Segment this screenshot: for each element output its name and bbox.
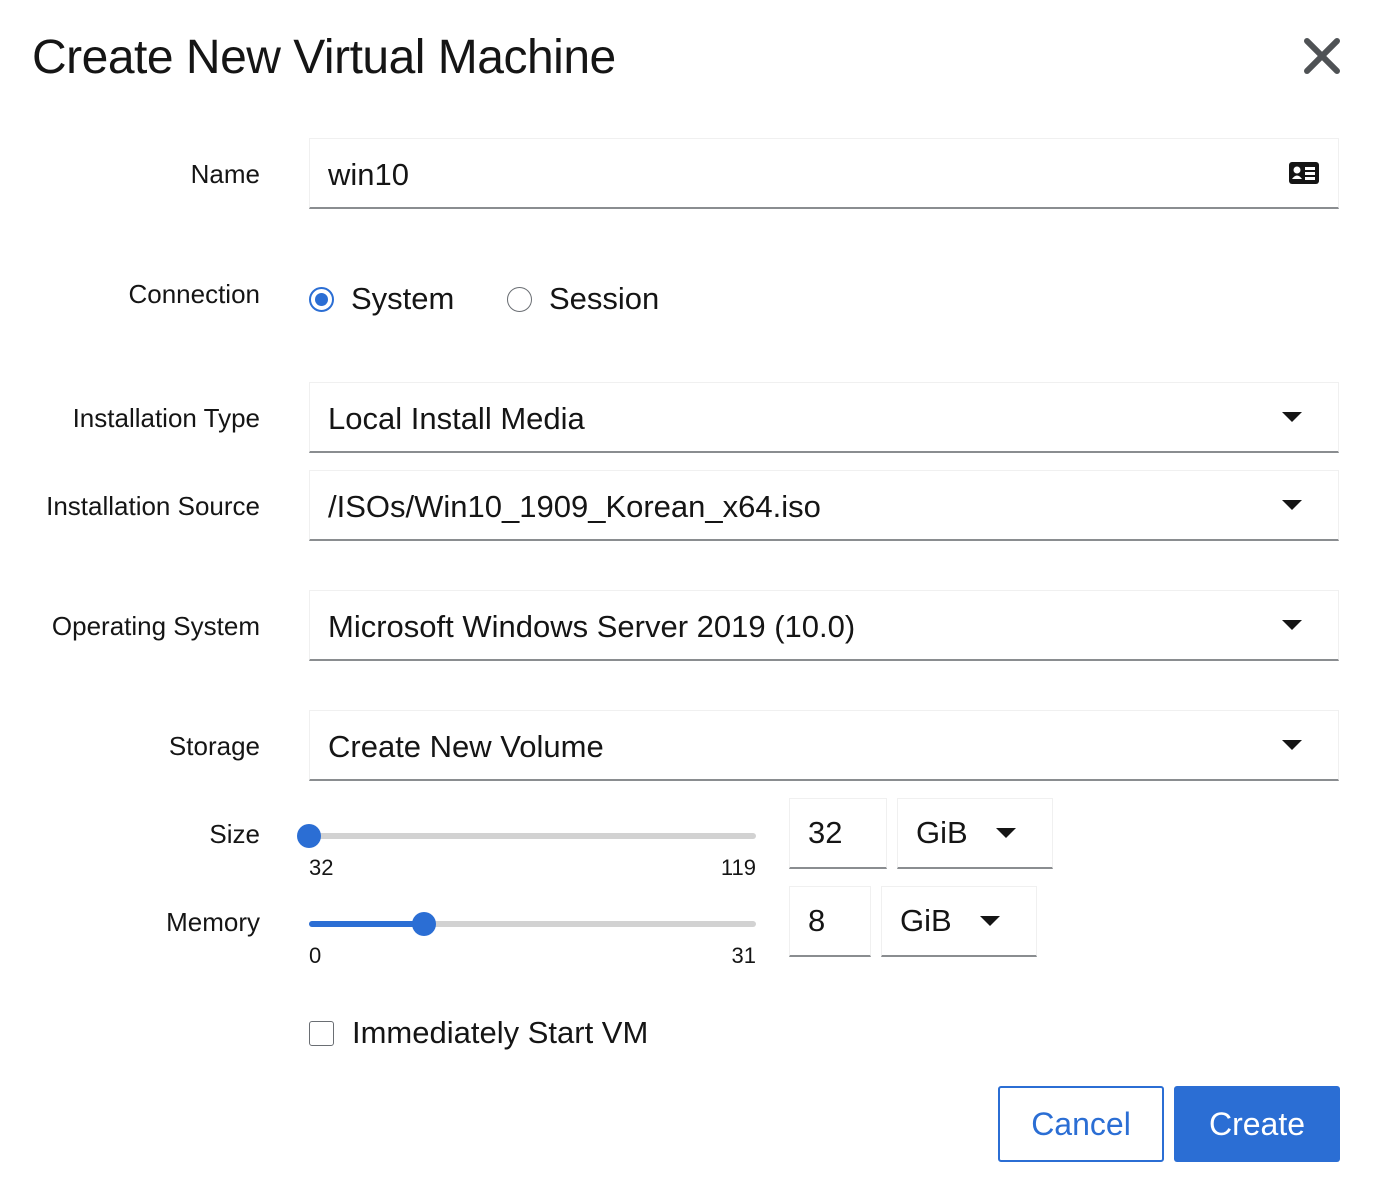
installation-type-select[interactable]: Local Install Media [309, 382, 1339, 453]
memory-unit-select[interactable]: GiB [881, 886, 1037, 957]
operating-system-select[interactable]: Microsoft Windows Server 2019 (10.0) [309, 590, 1339, 661]
size-slider-track[interactable] [309, 833, 756, 839]
memory-label: Memory [166, 907, 260, 937]
connection-session-radio[interactable]: Session [507, 281, 659, 317]
operating-system-value: Microsoft Windows Server 2019 (10.0) [328, 609, 856, 644]
start-vm-label: Immediately Start VM [352, 1015, 649, 1050]
installation-source-select[interactable]: /ISOs/Win10_1909_Korean_x64.iso [309, 470, 1339, 541]
memory-unit: GiB [900, 903, 952, 938]
radio-selected-indicator[interactable] [309, 286, 334, 312]
installation-source-label: Installation Source [46, 491, 260, 521]
memory-value-input[interactable]: 8 [789, 886, 871, 957]
size-value: 32 [808, 815, 843, 850]
close-icon[interactable] [1300, 34, 1344, 78]
memory-max-label: 31 [731, 943, 756, 968]
start-vm-checkbox[interactable]: Immediately Start VM [309, 1015, 648, 1051]
chevron-down-icon [1282, 740, 1302, 750]
dialog-title: Create New Virtual Machine [32, 31, 616, 84]
size-label: Size [209, 819, 260, 849]
chevron-down-icon [1282, 412, 1302, 422]
size-value-input[interactable]: 32 [789, 798, 887, 869]
size-slider[interactable]: 32 119 [297, 811, 756, 880]
connection-label: Connection [128, 279, 260, 309]
chevron-down-icon [1282, 500, 1302, 510]
memory-slider-fill [309, 921, 424, 927]
memory-slider[interactable]: 0 31 [309, 899, 756, 968]
name-value: win10 [328, 157, 409, 192]
size-unit-select[interactable]: GiB [897, 798, 1053, 869]
storage-select[interactable]: Create New Volume [309, 710, 1339, 781]
size-slider-thumb[interactable] [297, 824, 321, 848]
installation-type-value: Local Install Media [328, 401, 585, 436]
memory-slider-thumb[interactable] [412, 912, 436, 936]
chevron-down-icon [1282, 620, 1302, 630]
radio-unselected-indicator[interactable] [507, 286, 532, 312]
storage-value: Create New Volume [328, 729, 604, 764]
size-unit: GiB [916, 815, 968, 850]
installation-type-label: Installation Type [72, 403, 260, 433]
create-button[interactable]: Create [1174, 1086, 1340, 1162]
name-label: Name [190, 159, 260, 189]
operating-system-label: Operating System [51, 611, 260, 641]
id-card-icon[interactable] [1288, 161, 1320, 185]
memory-min-label: 0 [309, 943, 322, 968]
installation-source-value: /ISOs/Win10_1909_Korean_x64.iso [328, 489, 821, 524]
memory-value: 8 [808, 903, 826, 938]
connection-session-label: Session [549, 281, 660, 316]
size-min-label: 32 [309, 855, 334, 880]
checkbox-box[interactable] [309, 1020, 334, 1046]
chevron-down-icon [996, 828, 1016, 838]
connection-system-label: System [351, 281, 455, 316]
cancel-button[interactable]: Cancel [998, 1086, 1164, 1162]
size-max-label: 119 [720, 855, 756, 880]
connection-system-radio[interactable]: System [309, 281, 454, 317]
storage-label: Storage [168, 731, 260, 761]
name-input[interactable]: win10 [309, 138, 1339, 209]
chevron-down-icon [980, 916, 1000, 926]
